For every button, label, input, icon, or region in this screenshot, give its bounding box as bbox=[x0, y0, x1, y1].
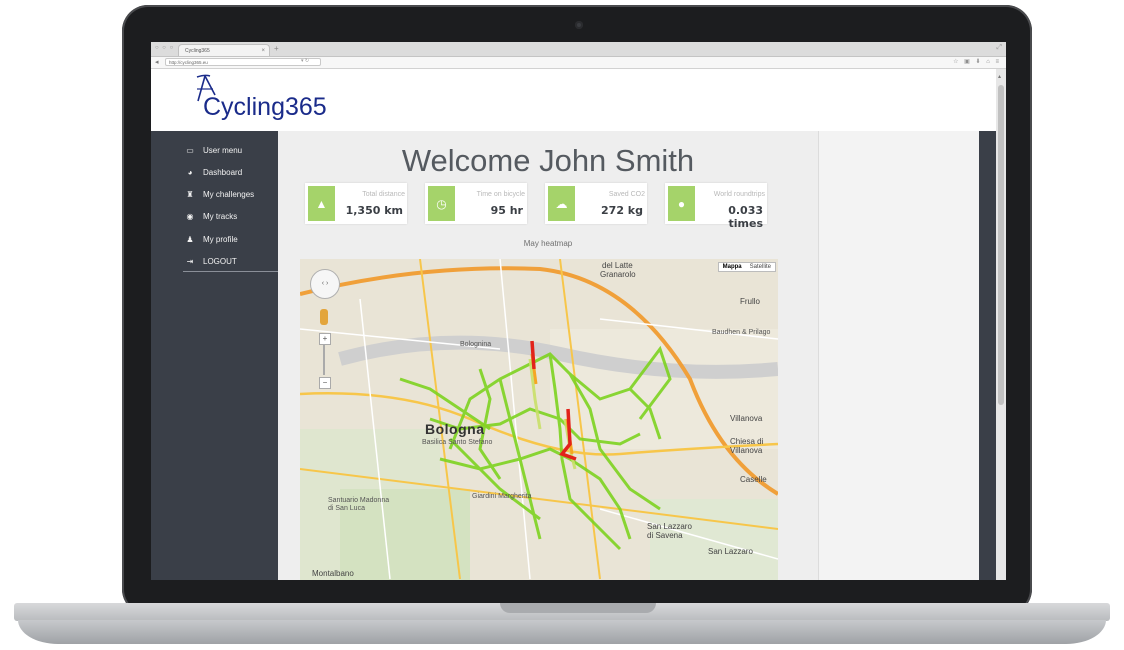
tab-title: Cycling365 bbox=[185, 48, 210, 54]
map-label: San Lazzaro bbox=[708, 547, 753, 556]
map-label: Frullo bbox=[740, 297, 761, 306]
sidebar-item-dashboard[interactable]: ◕ Dashboard bbox=[185, 168, 243, 177]
stat-value: 1,350 km bbox=[345, 204, 403, 217]
dashboard-icon: ◕ bbox=[187, 168, 193, 177]
globe-icon: ● bbox=[668, 186, 695, 221]
laptop-base-front bbox=[18, 620, 1106, 644]
map-label: del Latte bbox=[602, 261, 633, 270]
right-dark-bar bbox=[979, 131, 996, 580]
laptop-notch bbox=[500, 603, 656, 613]
map-type-satellite[interactable]: Satellite bbox=[746, 263, 775, 271]
logo-text: Cycling bbox=[203, 93, 285, 121]
camera-icon bbox=[575, 21, 583, 29]
page-scrollbar[interactable]: ▴ bbox=[996, 69, 1006, 580]
zoom-out-button[interactable]: − bbox=[319, 377, 331, 389]
page-header: Cycling365 bbox=[151, 69, 996, 131]
map-label: Villanova bbox=[730, 446, 763, 455]
zoom-in-button[interactable]: + bbox=[319, 333, 331, 345]
sidebar-item-user-menu[interactable]: ▭ User menu bbox=[185, 146, 242, 155]
stat-card-roundtrips: ● World roundtrips 0.033 times bbox=[665, 183, 767, 230]
close-icon[interactable]: × bbox=[261, 45, 265, 57]
pan-control[interactable]: ‹ › bbox=[310, 269, 340, 299]
reload-icon[interactable]: ▾ ↻ bbox=[301, 58, 309, 64]
folder-icon: ▭ bbox=[186, 146, 194, 155]
screen: ○ ○ ○ Cycling365 × + ⤢ ◂ http://cycling3… bbox=[151, 42, 1006, 580]
sidebar-item-label: My tracks bbox=[203, 212, 238, 221]
sidebar-item-label: My profile bbox=[203, 235, 238, 244]
sidebar-item-label: User menu bbox=[203, 146, 243, 155]
sidebar: ▭ User menu ◕ Dashboard ♜ My challenges … bbox=[151, 131, 278, 580]
url-text: http://cycling365.eu bbox=[169, 60, 208, 65]
cloud-icon: ☁ bbox=[548, 186, 575, 221]
logout-icon: ⇥ bbox=[186, 257, 194, 266]
browser-tab[interactable]: Cycling365 × bbox=[178, 44, 270, 56]
stat-label: Total distance bbox=[362, 191, 405, 198]
toolbar-icons[interactable]: ☆ ▣ ⬇ ⌂ ≡ bbox=[953, 58, 1001, 65]
map-label: di San Luca bbox=[328, 505, 365, 512]
logo[interactable]: Cycling365 bbox=[203, 93, 327, 122]
new-tab-button[interactable]: + bbox=[274, 44, 279, 53]
map-label: Giardini Margherita bbox=[472, 493, 532, 500]
map-canvas[interactable] bbox=[300, 259, 778, 580]
street-view-icon[interactable] bbox=[320, 309, 328, 325]
browser-toolbar: ◂ http://cycling365.eu ▾ ↻ ☆ ▣ ⬇ ⌂ ≡ bbox=[151, 57, 1006, 69]
map-label: Bolognina bbox=[460, 341, 492, 348]
map-type-control[interactable]: Mappa Satellite bbox=[717, 262, 776, 272]
page: Cycling365 ▭ User menu ◕ Dashboard ♜ My … bbox=[151, 69, 1006, 580]
window-controls[interactable]: ○ ○ ○ bbox=[155, 45, 174, 51]
map-label: Villanova bbox=[730, 414, 763, 423]
page-title: Welcome John Smith bbox=[401, 143, 695, 178]
stat-card-distance: ▲ Total distance 1,350 km bbox=[305, 183, 407, 224]
fullscreen-icon[interactable]: ⤢ bbox=[996, 44, 1002, 52]
stat-card-time: ◷ Time on bicycle 95 hr bbox=[425, 183, 527, 224]
sidebar-item-label: Dashboard bbox=[203, 168, 243, 177]
sidebar-item-logout[interactable]: ⇥ LOGOUT bbox=[185, 257, 237, 266]
stat-label: Time on bicycle bbox=[476, 191, 525, 198]
map-label: Caselle bbox=[740, 475, 767, 484]
sidebar-item-challenges[interactable]: ♜ My challenges bbox=[185, 190, 254, 199]
road-icon: ▲ bbox=[308, 186, 335, 221]
map-label: Baudhen & Prilago bbox=[712, 329, 771, 336]
stat-value: 0.033 times bbox=[728, 204, 763, 230]
trophy-icon: ♜ bbox=[186, 190, 194, 199]
scroll-thumb[interactable] bbox=[998, 85, 1004, 405]
user-icon: ♟ bbox=[186, 235, 194, 244]
stat-label: Saved CO2 bbox=[608, 191, 645, 198]
map-label: Granarolo bbox=[600, 270, 636, 279]
map-label: Basilica Santo Stefano bbox=[422, 439, 493, 446]
right-panel bbox=[818, 131, 980, 580]
zoom-slider[interactable] bbox=[323, 345, 325, 375]
heatmap-map[interactable]: ‹ › + − Mappa Satellite del Latte Granar… bbox=[300, 259, 778, 580]
url-bar[interactable]: http://cycling365.eu bbox=[165, 58, 321, 66]
scroll-up-icon[interactable]: ▴ bbox=[998, 73, 1001, 80]
map-label: Chiesa di bbox=[730, 437, 764, 446]
map-label: Montalbano bbox=[312, 569, 354, 578]
sidebar-item-tracks[interactable]: ◉ My tracks bbox=[185, 212, 238, 221]
map-type-map[interactable]: Mappa bbox=[719, 263, 746, 271]
clock-icon: ◷ bbox=[428, 186, 455, 221]
stat-value: 95 hr bbox=[490, 204, 523, 217]
back-icon[interactable]: ◂ bbox=[155, 58, 159, 66]
sidebar-item-label: My challenges bbox=[203, 190, 255, 199]
logo-number: 365 bbox=[284, 93, 327, 121]
map-label-city: Bologna bbox=[425, 421, 485, 437]
stat-label: World roundtrips bbox=[713, 191, 765, 198]
binoculars-icon: ◉ bbox=[186, 212, 194, 221]
sidebar-divider bbox=[183, 271, 278, 272]
stat-card-co2: ☁ Saved CO2 272 kg bbox=[545, 183, 647, 224]
map-caption: May heatmap bbox=[523, 239, 573, 248]
browser-tabbar: ○ ○ ○ Cycling365 × + ⤢ bbox=[151, 42, 1006, 57]
map-label: Santuario Madonna bbox=[328, 497, 390, 504]
sidebar-item-label: LOGOUT bbox=[203, 257, 237, 266]
stat-value: 272 kg bbox=[601, 204, 643, 217]
main-content: Welcome John Smith ▲ Total distance 1,35… bbox=[278, 131, 818, 580]
map-label: di Savena bbox=[647, 531, 683, 540]
sidebar-item-profile[interactable]: ♟ My profile bbox=[185, 235, 238, 244]
map-label: San Lazzaro bbox=[647, 522, 692, 531]
